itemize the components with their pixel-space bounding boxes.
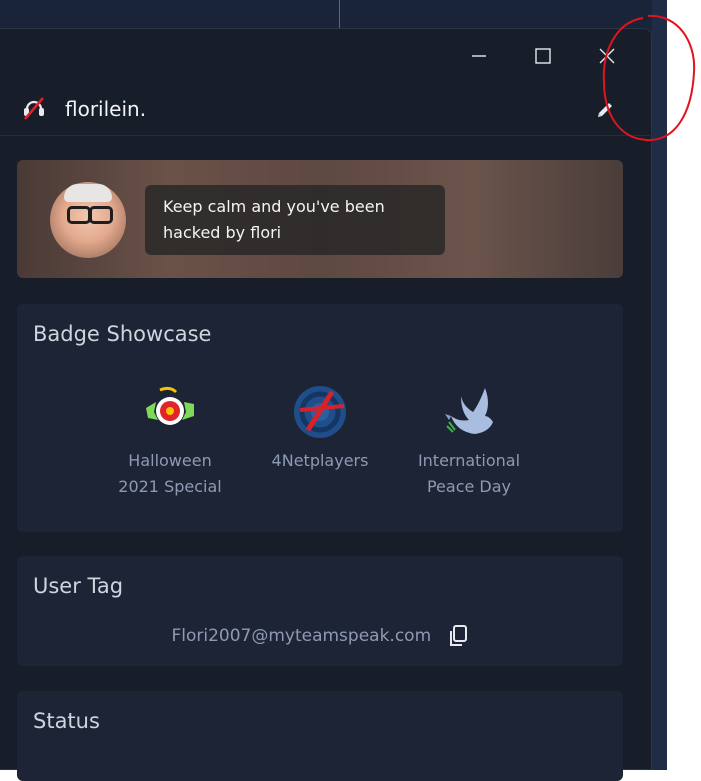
user-tag-value[interactable]: Flori2007@myteamspeak.com: [171, 626, 431, 646]
desktop-top-strip: [0, 0, 667, 30]
copy-icon[interactable]: [447, 624, 469, 648]
status-title: Status: [33, 709, 100, 733]
4netplayers-logo-icon: [290, 382, 350, 442]
desktop-divider: [339, 0, 340, 30]
badge-showcase-card: Badge Showcase Halloween 2021 Special 4N…: [17, 304, 623, 532]
badge-halloween[interactable]: Halloween 2021 Special: [100, 382, 240, 500]
profile-window: florilein. Keep calm and you've been hac…: [0, 28, 652, 781]
maximize-icon: [535, 48, 551, 64]
maximize-button[interactable]: [526, 39, 560, 73]
username: florilein.: [65, 97, 147, 121]
badge-4netplayers[interactable]: 4Netplayers: [250, 382, 390, 474]
dove-icon: [439, 382, 499, 442]
badge-label: 2021 Special: [118, 477, 222, 496]
user-tag-title: User Tag: [33, 574, 124, 598]
status-message: Keep calm and you've been hacked by flor…: [145, 185, 445, 255]
badge-label: Halloween: [128, 451, 212, 470]
minimize-icon: [472, 55, 486, 57]
muted-headset-icon[interactable]: [22, 95, 46, 121]
badge-international-peace-day[interactable]: International Peace Day: [399, 382, 539, 500]
user-tag-row: Flori2007@myteamspeak.com: [17, 624, 623, 648]
badge-label: Peace Day: [426, 477, 512, 496]
candy-icon: [140, 382, 200, 442]
badge-label: International: [417, 451, 521, 470]
red-annotation-circle: [602, 14, 696, 142]
profile-header: florilein.: [0, 81, 650, 136]
title-bar[interactable]: [0, 29, 650, 81]
badge-label: 4Netplayers: [271, 451, 369, 470]
user-tag-card: User Tag Flori2007@myteamspeak.com: [17, 556, 623, 666]
status-card: Status: [17, 691, 623, 781]
minimize-button[interactable]: [462, 39, 496, 73]
profile-cover: Keep calm and you've been hacked by flor…: [17, 160, 623, 278]
avatar[interactable]: [50, 182, 126, 258]
